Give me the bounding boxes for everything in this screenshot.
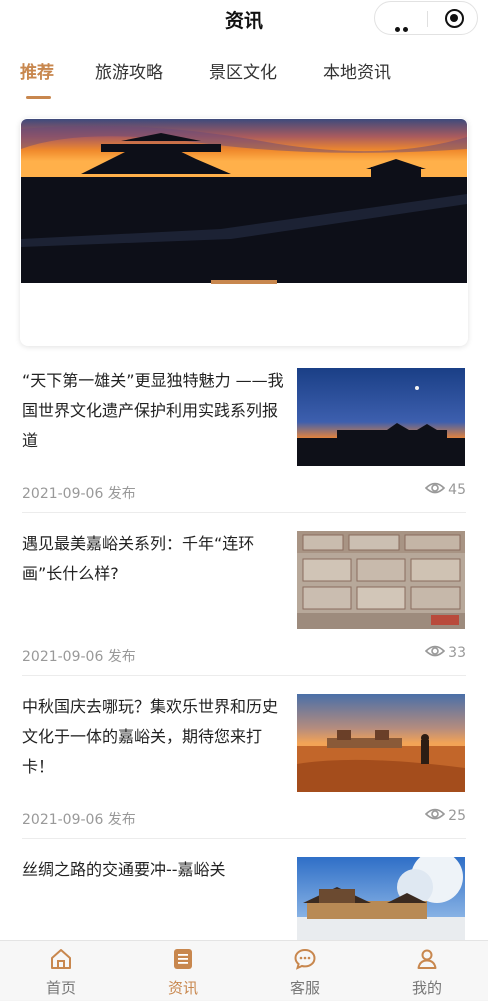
nav-label: 我的 [411,979,442,997]
news-thumbnail[interactable] [297,857,465,940]
more-options-icon[interactable] [392,17,414,51]
home-icon [49,947,73,971]
item-divider [22,675,466,676]
news-title[interactable]: 中秋国庆去哪玩？集欢乐世界和历史文化于一体的嘉峪关，期待您来打卡！ [22,692,290,782]
news-icon [171,947,195,971]
view-count: 45 [425,481,466,499]
publish-date: 2021-09-06 发布 [22,486,136,502]
news-title[interactable]: “天下第一雄关”更显独特魅力 ——我国世界文化遗产保护利用实践系列报道 [22,366,290,456]
eye-icon [425,481,446,499]
nav-label: 首页 [45,979,76,997]
nav-profile[interactable]: 我的 [366,941,488,1001]
bottom-tab-bar: 首页 资讯 客服 我的 [0,940,488,1000]
tab-local-news[interactable]: 本地资讯 [323,58,391,83]
nav-news[interactable]: 资讯 [122,941,244,1001]
publish-date: 2021-09-06 发布 [22,812,136,828]
chat-icon [293,947,317,971]
tab-recommended[interactable]: 推荐 [20,58,54,83]
news-thumbnail[interactable] [297,531,465,629]
eye-icon [425,644,446,662]
news-thumbnail[interactable] [297,368,465,466]
user-icon [415,947,439,971]
view-count: 33 [425,644,466,662]
mini-program-capsule [374,1,478,51]
active-tab-indicator [26,96,51,99]
capsule-divider [427,11,428,27]
nav-home[interactable]: 首页 [0,941,122,1001]
nav-label: 客服 [289,979,320,997]
news-feed[interactable]: “天下第一雄关”更显独特魅力 ——我国世界文化遗产保护利用实践系列报道 2021… [0,100,488,940]
nav-service[interactable]: 客服 [244,941,366,1001]
item-divider [22,838,466,839]
news-title[interactable]: 丝绸之路的交通要冲--嘉峪关 [22,855,290,885]
banner-image[interactable] [21,119,467,283]
view-count-value: 25 [448,808,466,824]
carousel-indicator [211,280,277,284]
top-bar: 资讯 [0,0,488,51]
tab-scenic-culture[interactable]: 景区文化 [209,58,277,83]
view-count: 25 [425,807,466,825]
news-title[interactable]: 遇见最美嘉峪关系列：千年“连环画”长什么样? [22,529,290,589]
category-tabs: 推荐 旅游攻略 景区文化 本地资讯 [0,38,488,100]
item-divider [22,512,466,513]
close-program-icon[interactable] [445,9,464,28]
publish-date: 2021-09-06 发布 [22,649,136,665]
banner-carousel[interactable] [20,118,468,346]
nav-label: 资讯 [167,979,198,997]
tab-travel-guide[interactable]: 旅游攻略 [95,58,163,83]
view-count-value: 45 [448,482,466,498]
eye-icon [425,807,446,825]
view-count-value: 33 [448,645,466,661]
news-thumbnail[interactable] [297,694,465,792]
